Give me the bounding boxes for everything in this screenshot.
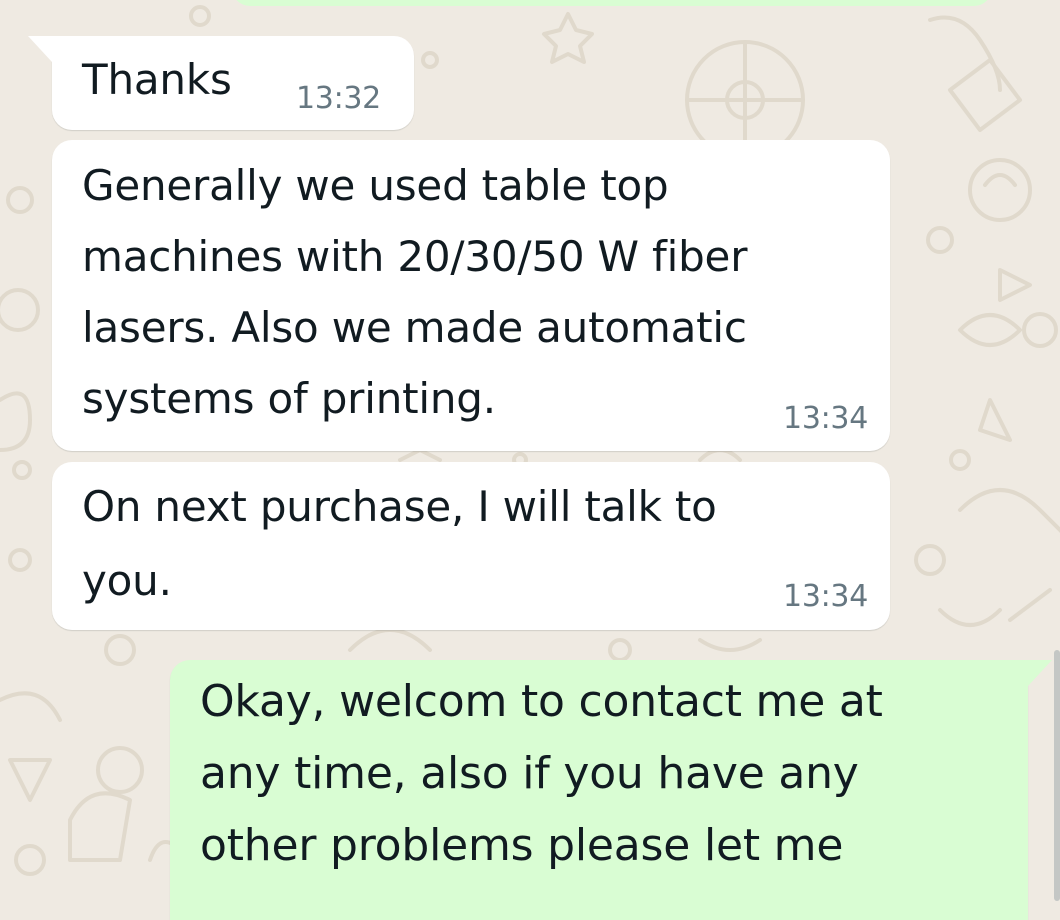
incoming-message[interactable]: On next purchase, I will talk to you. 13… (52, 462, 890, 630)
incoming-message[interactable]: Thanks 13:32 (28, 36, 414, 130)
bubble-tail (28, 36, 52, 62)
message-timestamp: 13:34 (783, 579, 868, 614)
message-text: Generally we used table top machines wit… (82, 161, 748, 423)
outgoing-message[interactable]: Okay, welcom to contact me at any time, … (170, 660, 1052, 920)
message-timestamp: 13:34 (783, 401, 868, 436)
message-list[interactable]: Thanks 13:32 Generally we used table top… (0, 0, 1060, 920)
message-text: On next purchase, I will talk to you. (82, 482, 717, 605)
bubble-tail (1028, 660, 1052, 686)
message-timestamp: 13:32 (296, 81, 381, 116)
scrollbar[interactable] (1054, 650, 1060, 901)
incoming-message[interactable]: Generally we used table top machines wit… (52, 140, 890, 451)
previous-outgoing-bubble-edge (232, 0, 992, 6)
message-text: Okay, welcom to contact me at any time, … (200, 676, 883, 871)
